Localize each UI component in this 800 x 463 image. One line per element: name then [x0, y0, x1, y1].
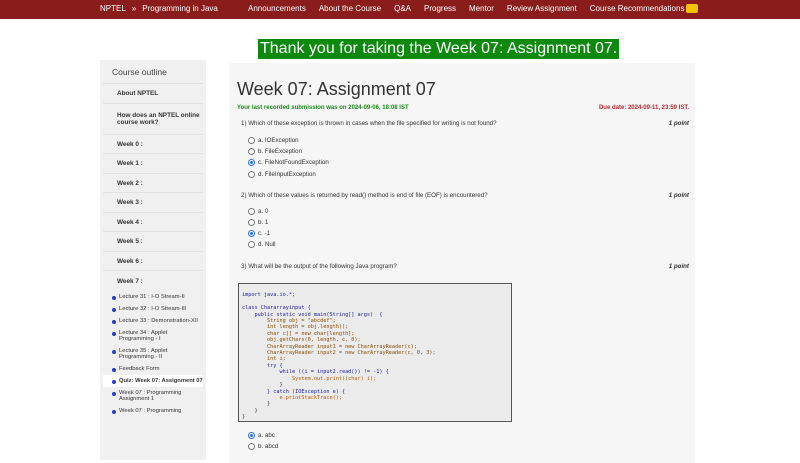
question-2-points: 1 point [668, 192, 689, 199]
option-label: b. 1 [258, 219, 269, 226]
sidebar-item-week-7[interactable]: Week 7 : [103, 271, 203, 291]
question-3-option-b[interactable]: b. abcd [248, 443, 278, 450]
sidebar-item-week-5[interactable]: Week 5 : [103, 232, 203, 252]
sidebar-subitem-label: Lecture 32 : I-O Stream-III [119, 306, 187, 312]
sidebar-subitem-label: Lecture 33 : Demonstration-XII [119, 318, 198, 324]
sidebar-item-how-it-works[interactable]: How does an NPTEL online course work? [103, 104, 203, 135]
sidebar-subitem-label: Feedback Form [119, 366, 160, 372]
question-1-text: 1) Which of these exception is thrown in… [241, 120, 497, 127]
sidebar-subitem-lecture-35[interactable]: Lecture 35 : Applet Programming - II [103, 345, 203, 363]
sidebar-item-week-1[interactable]: Week 1 : [103, 154, 203, 174]
option-label: b. FileException [258, 148, 303, 155]
sidebar-item-week-6[interactable]: Week 6 : [103, 252, 203, 271]
nav-announcements[interactable]: Announcements [248, 4, 306, 13]
bullet-icon [112, 367, 116, 372]
nav-review-assignment[interactable]: Review Assignment [507, 4, 577, 13]
option-label: d. FileInputException [258, 171, 316, 178]
question-1-points: 1 point [668, 120, 689, 127]
brand-link[interactable]: NPTEL [100, 4, 126, 13]
bullet-icon [112, 319, 116, 324]
question-2-option-d[interactable]: d. Null [248, 241, 276, 248]
nav-course-recommendations[interactable]: Course Recommendations [590, 4, 699, 13]
radio-button[interactable] [248, 443, 255, 450]
sidebar-subitem-feedback[interactable]: Feedback Form [103, 363, 203, 375]
sidebar-subitem-label: Lecture 35 : Applet Programming - II [119, 348, 168, 360]
page-title: Week 07: Assignment 07 [237, 79, 436, 99]
course-outline-sidebar: Course outline About NPTEL How does an N… [100, 60, 206, 460]
sidebar-item-week-2[interactable]: Week 2 : [103, 174, 203, 193]
question-3-option-a[interactable]: a. abc [248, 432, 275, 439]
option-label: a. IOException [258, 137, 299, 144]
course-link[interactable]: Programming in Java [142, 4, 218, 13]
last-submission-text: Your last recorded submission was on 202… [237, 105, 409, 111]
nav-about-course[interactable]: About the Course [319, 4, 381, 13]
bullet-icon [112, 409, 116, 414]
sidebar-subitem-lecture-31[interactable]: Lecture 31 : I-O Stream-II [103, 291, 203, 303]
radio-button[interactable] [248, 148, 255, 155]
question-1-option-c[interactable]: c. FileNotFoundException [248, 159, 329, 166]
sidebar-subitem-label: Week 07 : Programming [119, 408, 182, 414]
sidebar-subitem-label: Week 07 : Programming Assignment 1 [119, 390, 182, 402]
option-label: d. Null [258, 241, 276, 248]
question-2-text: 2) Which of these values is returned by … [241, 192, 488, 199]
nav-qa[interactable]: Q&A [394, 4, 411, 13]
sidebar-item-about-nptel[interactable]: About NPTEL [103, 84, 203, 104]
sidebar-title: Course outline [103, 60, 203, 84]
option-label: a. 0 [258, 208, 269, 215]
radio-button[interactable] [248, 171, 255, 178]
question-2-option-a[interactable]: a. 0 [248, 208, 268, 215]
bullet-icon [112, 349, 116, 354]
question-2-option-b[interactable]: b. 1 [248, 219, 268, 226]
radio-button-selected[interactable] [248, 230, 255, 237]
radio-button[interactable] [248, 208, 255, 215]
sidebar-item-week-0[interactable]: Week 0 : [103, 135, 203, 154]
sidebar-subitem-lecture-32[interactable]: Lecture 32 : I-O Stream-III [103, 303, 203, 315]
option-label: b. abcd [258, 443, 279, 450]
sidebar-item-week-3[interactable]: Week 3 : [103, 193, 203, 213]
bullet-icon [112, 295, 116, 300]
radio-button-selected[interactable] [248, 432, 255, 439]
question-2-option-c[interactable]: c. -1 [248, 230, 270, 237]
radio-button[interactable] [248, 137, 255, 144]
sidebar-subitem-label: Lecture 31 : I-O Stream-II [119, 294, 185, 300]
bullet-icon [112, 379, 116, 384]
option-label: a. abc [258, 432, 275, 439]
sidebar-subitem-programming-assignment-1[interactable]: Week 07 : Programming Assignment 1 [103, 387, 203, 405]
top-navbar: NPTEL » Programming in Java Announcement… [0, 0, 800, 19]
question-1-option-a[interactable]: a. IOException [248, 137, 299, 144]
question-3-points: 1 point [668, 263, 689, 270]
question-1-option-d[interactable]: d. FileInputException [248, 171, 316, 178]
nav-course-recommendations-label: Course Recommendations [589, 4, 685, 13]
code-line: } [242, 414, 246, 421]
breadcrumb-separator: » [131, 4, 137, 13]
question-3-text: 3) What will be the output of the follow… [241, 263, 397, 270]
nav-progress[interactable]: Progress [424, 4, 456, 13]
sidebar-subitem-programming[interactable]: Week 07 : Programming [103, 405, 203, 417]
bullet-icon [112, 331, 116, 336]
bullet-icon [112, 391, 116, 396]
sidebar-item-week-4[interactable]: Week 4 : [103, 213, 203, 232]
completion-banner: Thank you for taking the Week 07: Assign… [258, 39, 620, 59]
option-label: c. -1 [258, 230, 271, 237]
radio-button[interactable] [248, 241, 255, 248]
radio-button-selected[interactable] [248, 159, 255, 166]
java-code-block: import java.io.*; class Chararrayinput {… [238, 283, 512, 422]
breadcrumb: NPTEL » Programming in Java [100, 4, 218, 13]
sidebar-subitem-quiz-week-07[interactable]: Quiz: Week 07: Assignment 07 [103, 375, 203, 387]
option-label: c. FileNotFoundException [258, 159, 329, 166]
sidebar-subitem-label: Quiz: Week 07: Assignment 07 [119, 378, 203, 384]
sidebar-subitem-label: Lecture 34 : Applet Programming - I [119, 330, 168, 342]
main-nav: Announcements About the Course Q&A Progr… [248, 4, 699, 13]
due-date-text: Due date: 2024-09-11, 23:59 IST. [598, 105, 689, 111]
radio-button[interactable] [248, 219, 255, 226]
nav-mentor[interactable]: Mentor [469, 4, 494, 13]
question-1-option-b[interactable]: b. FileException [248, 148, 302, 155]
sidebar-subitem-lecture-34[interactable]: Lecture 34 : Applet Programming - I [103, 327, 203, 345]
bullet-icon [112, 307, 116, 312]
new-badge-icon [686, 4, 699, 13]
sidebar-subitem-lecture-33[interactable]: Lecture 33 : Demonstration-XII [103, 315, 203, 327]
